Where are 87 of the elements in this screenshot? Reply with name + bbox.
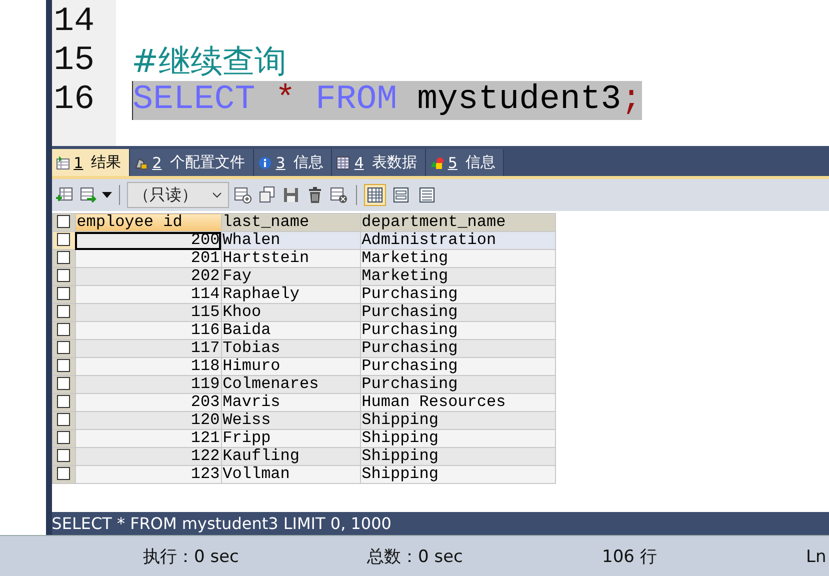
row-checkbox[interactable] — [57, 251, 70, 264]
row-checkbox[interactable] — [57, 233, 70, 246]
line-number: 16 — [52, 81, 96, 120]
duplicate-row-icon[interactable] — [256, 185, 277, 205]
table-cell: Fripp — [221, 430, 360, 448]
row-checkbox[interactable] — [57, 341, 70, 354]
table-cell: 114 — [75, 286, 222, 304]
table-cell: Fay — [221, 268, 360, 286]
row-checkbox[interactable] — [57, 323, 70, 336]
cancel-icon[interactable] — [328, 185, 349, 205]
total-time: 总数：0 sec — [367, 546, 464, 568]
code-editor[interactable]: 14 15 16 #继续查询 SELECT * FROM mystudent3; — [52, 0, 829, 146]
table-cell: Hartstein — [221, 250, 360, 268]
column-header[interactable]: department_name — [360, 214, 556, 232]
table-cell: Shipping — [360, 430, 556, 448]
table-icon — [336, 156, 350, 170]
row-count: 106 行 — [602, 546, 658, 568]
row-checkbox[interactable] — [57, 377, 70, 390]
table-cell: Purchasing — [360, 322, 556, 340]
line-position: Ln — [806, 546, 828, 566]
table-cell: Human Resources — [360, 394, 556, 412]
table-cell: Marketing — [360, 250, 556, 268]
table-cell: Himuro — [221, 358, 360, 376]
table-cell: 118 — [75, 358, 222, 376]
row-checkbox[interactable] — [57, 395, 70, 408]
table-cell: 120 — [75, 412, 222, 430]
export-icon[interactable] — [78, 185, 98, 205]
caret-icon[interactable] — [102, 192, 112, 198]
table-cell: Purchasing — [360, 358, 556, 376]
table-cell: 122 — [75, 448, 222, 466]
grid-view-icon[interactable] — [364, 184, 386, 206]
row-checkbox[interactable] — [57, 431, 70, 444]
table-cell: 203 — [75, 394, 222, 412]
result-tab[interactable]: 2 个配置文件 — [130, 149, 254, 176]
row-checkbox[interactable] — [57, 287, 70, 300]
table-cell: Whalen — [221, 232, 360, 250]
table-cell: Purchasing — [360, 286, 556, 304]
grid-icon — [56, 156, 70, 170]
table-cell: Purchasing — [360, 340, 556, 358]
column-header[interactable]: employee id — [75, 214, 222, 232]
row-checkbox[interactable] — [57, 359, 70, 372]
table-cell: Shipping — [360, 466, 556, 484]
query-text: SELECT * FROM mystudent3 LIMIT 0, 1000 — [52, 512, 829, 535]
table-cell: 121 — [75, 430, 222, 448]
table-cell: Shipping — [360, 448, 556, 466]
table-cell: Marketing — [360, 268, 556, 286]
mode-dropdown[interactable]: （只读） — [126, 182, 229, 208]
code-line: #继续查询 — [132, 42, 286, 81]
table-cell: 201 — [75, 250, 222, 268]
table-cell: Khoo — [221, 304, 360, 322]
row-checkbox[interactable] — [57, 413, 70, 426]
line-number: 15 — [52, 42, 96, 81]
table-cell: Mavris — [221, 394, 360, 412]
table-cell: Tobias — [221, 340, 360, 358]
info-icon — [258, 156, 272, 170]
result-tab[interactable]: 1 结果 — [52, 149, 130, 176]
table-cell: 116 — [75, 322, 222, 340]
execution-time: 执行：0 sec — [143, 546, 240, 568]
table-cell: Shipping — [360, 412, 556, 430]
table-cell: Administration — [360, 232, 556, 250]
shapes-icon — [430, 156, 444, 170]
row-checkbox[interactable] — [57, 269, 70, 282]
table-cell: Raphaely — [221, 286, 360, 304]
column-header[interactable]: last_name — [221, 214, 360, 232]
result-tab[interactable]: 5 信息 — [426, 149, 504, 176]
table-cell: Baida — [221, 322, 360, 340]
row-checkbox[interactable] — [57, 467, 70, 480]
table-cell: 119 — [75, 376, 222, 394]
result-tab[interactable]: 3 信息 — [254, 149, 332, 176]
line-number: 14 — [52, 3, 96, 42]
table-cell: Colmenares — [221, 376, 360, 394]
table-cell: Weiss — [221, 412, 360, 430]
table-cell: 115 — [75, 304, 222, 322]
table-cell: Purchasing — [360, 304, 556, 322]
profile-icon — [134, 156, 148, 170]
table-cell: Vollman — [221, 466, 360, 484]
table-cell: Purchasing — [360, 376, 556, 394]
result-tab[interactable]: 4 表数据 — [332, 149, 426, 176]
add-row-icon[interactable] — [232, 185, 253, 205]
row-checkbox[interactable] — [57, 449, 70, 462]
table-cell: 123 — [75, 466, 222, 484]
table-cell: 117 — [75, 340, 222, 358]
row-checkbox[interactable] — [57, 305, 70, 318]
table-cell: 202 — [75, 268, 222, 286]
chevron-icon[interactable] — [212, 192, 222, 198]
select-all-checkbox[interactable] — [57, 215, 70, 228]
table-cell: Kaufling — [221, 448, 360, 466]
